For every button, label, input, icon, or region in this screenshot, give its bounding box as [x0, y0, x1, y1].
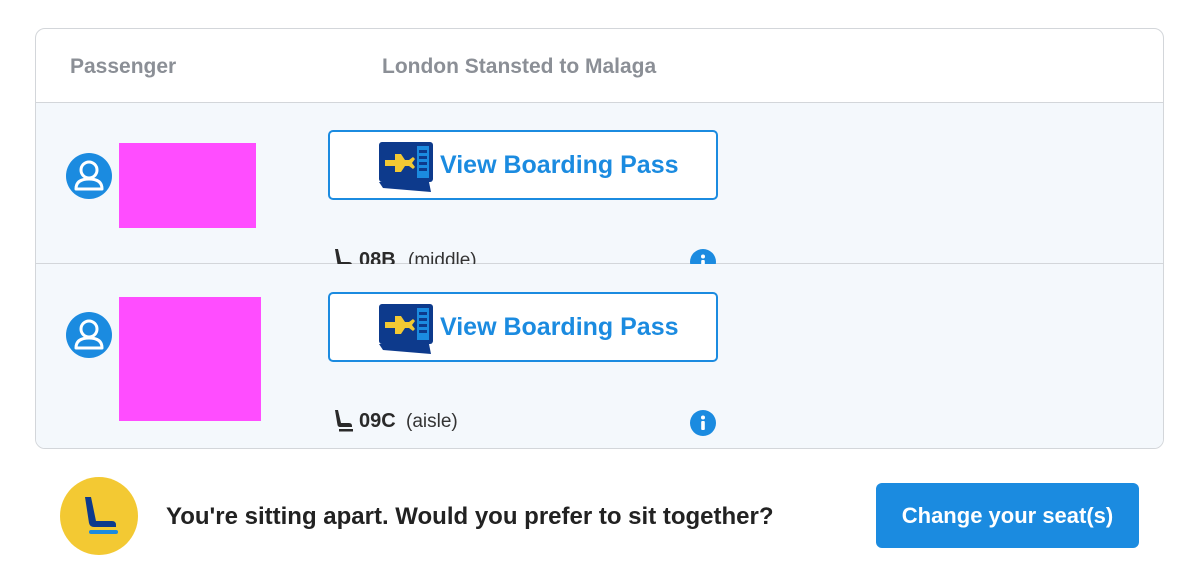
sit-together-notice: You're sitting apart. Would you prefer t… [0, 460, 1200, 575]
sitting-apart-message: You're sitting apart. Would you prefer t… [166, 503, 774, 530]
change-seats-button[interactable]: Change your seat(s) [876, 483, 1139, 548]
header-route: London Stansted to Malaga [382, 55, 657, 78]
table-row: View Boarding Pass 08B (middle) [36, 103, 1163, 275]
view-boarding-pass-label: View Boarding Pass [440, 313, 679, 341]
table-header: Passenger London Stansted to Malaga [36, 29, 1163, 103]
info-icon[interactable] [690, 410, 716, 436]
seat-icon [335, 410, 353, 432]
header-passenger: Passenger [70, 55, 177, 78]
seat-position: (aisle) [406, 411, 458, 432]
boarding-pass-icon [379, 304, 433, 354]
table-row: View Boarding Pass 09C (aisle) [36, 264, 1163, 448]
user-avatar-icon [66, 312, 112, 358]
redacted-passenger-name [119, 297, 261, 421]
boarding-pass-icon [379, 142, 433, 192]
redacted-passenger-name [119, 143, 256, 228]
user-avatar-icon [66, 153, 112, 199]
view-boarding-pass-button[interactable]: View Boarding Pass [328, 292, 718, 362]
seat-assignment: 09C (aisle) [332, 407, 672, 435]
passenger-table: Passenger London Stansted to Malaga View… [35, 28, 1164, 449]
view-boarding-pass-label: View Boarding Pass [440, 151, 679, 179]
view-boarding-pass-button[interactable]: View Boarding Pass [328, 130, 718, 200]
seat-code: 09C [359, 410, 396, 432]
seat-badge-icon [60, 477, 138, 555]
